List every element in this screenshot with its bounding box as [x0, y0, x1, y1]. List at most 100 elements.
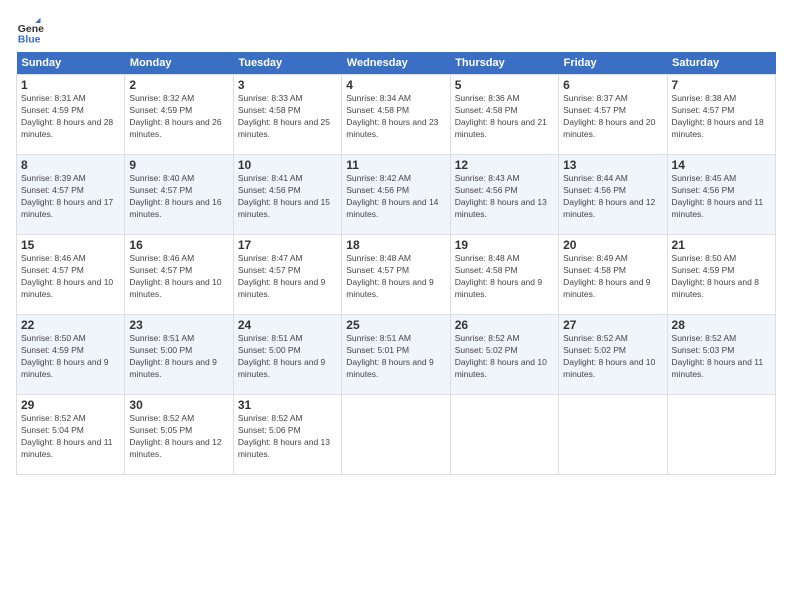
calendar-cell: 25Sunrise: 8:51 AMSunset: 5:01 PMDayligh…: [342, 315, 450, 395]
day-info: Sunrise: 8:38 AMSunset: 4:57 PMDaylight:…: [672, 93, 771, 141]
day-number: 3: [238, 78, 337, 92]
day-number: 1: [21, 78, 120, 92]
day-info: Sunrise: 8:34 AMSunset: 4:58 PMDaylight:…: [346, 93, 445, 141]
day-info: Sunrise: 8:33 AMSunset: 4:58 PMDaylight:…: [238, 93, 337, 141]
day-info: Sunrise: 8:37 AMSunset: 4:57 PMDaylight:…: [563, 93, 662, 141]
calendar-cell: [450, 395, 558, 475]
calendar-cell: 16Sunrise: 8:46 AMSunset: 4:57 PMDayligh…: [125, 235, 233, 315]
day-number: 23: [129, 318, 228, 332]
day-number: 11: [346, 158, 445, 172]
day-number: 29: [21, 398, 120, 412]
day-number: 12: [455, 158, 554, 172]
logo: General Blue: [16, 16, 48, 44]
calendar-cell: [342, 395, 450, 475]
day-number: 7: [672, 78, 771, 92]
calendar-cell: 1Sunrise: 8:31 AMSunset: 4:59 PMDaylight…: [17, 75, 125, 155]
day-info: Sunrise: 8:50 AMSunset: 4:59 PMDaylight:…: [21, 333, 120, 381]
day-number: 5: [455, 78, 554, 92]
calendar-cell: 19Sunrise: 8:48 AMSunset: 4:58 PMDayligh…: [450, 235, 558, 315]
day-info: Sunrise: 8:44 AMSunset: 4:56 PMDaylight:…: [563, 173, 662, 221]
calendar-cell: 12Sunrise: 8:43 AMSunset: 4:56 PMDayligh…: [450, 155, 558, 235]
calendar-cell: 29Sunrise: 8:52 AMSunset: 5:04 PMDayligh…: [17, 395, 125, 475]
calendar-cell: 22Sunrise: 8:50 AMSunset: 4:59 PMDayligh…: [17, 315, 125, 395]
calendar-cell: 24Sunrise: 8:51 AMSunset: 5:00 PMDayligh…: [233, 315, 341, 395]
day-info: Sunrise: 8:39 AMSunset: 4:57 PMDaylight:…: [21, 173, 120, 221]
week-row-3: 15Sunrise: 8:46 AMSunset: 4:57 PMDayligh…: [17, 235, 776, 315]
calendar-cell: 30Sunrise: 8:52 AMSunset: 5:05 PMDayligh…: [125, 395, 233, 475]
day-number: 16: [129, 238, 228, 252]
day-info: Sunrise: 8:52 AMSunset: 5:06 PMDaylight:…: [238, 413, 337, 461]
day-number: 2: [129, 78, 228, 92]
day-info: Sunrise: 8:51 AMSunset: 5:00 PMDaylight:…: [238, 333, 337, 381]
day-number: 21: [672, 238, 771, 252]
col-header-monday: Monday: [125, 52, 233, 75]
calendar-cell: 6Sunrise: 8:37 AMSunset: 4:57 PMDaylight…: [559, 75, 667, 155]
day-info: Sunrise: 8:36 AMSunset: 4:58 PMDaylight:…: [455, 93, 554, 141]
day-info: Sunrise: 8:32 AMSunset: 4:59 PMDaylight:…: [129, 93, 228, 141]
day-info: Sunrise: 8:48 AMSunset: 4:57 PMDaylight:…: [346, 253, 445, 301]
col-header-sunday: Sunday: [17, 52, 125, 75]
calendar-cell: 5Sunrise: 8:36 AMSunset: 4:58 PMDaylight…: [450, 75, 558, 155]
day-info: Sunrise: 8:49 AMSunset: 4:58 PMDaylight:…: [563, 253, 662, 301]
col-header-tuesday: Tuesday: [233, 52, 341, 75]
calendar-cell: 18Sunrise: 8:48 AMSunset: 4:57 PMDayligh…: [342, 235, 450, 315]
day-number: 8: [21, 158, 120, 172]
calendar-cell: 31Sunrise: 8:52 AMSunset: 5:06 PMDayligh…: [233, 395, 341, 475]
day-info: Sunrise: 8:50 AMSunset: 4:59 PMDaylight:…: [672, 253, 771, 301]
day-info: Sunrise: 8:46 AMSunset: 4:57 PMDaylight:…: [129, 253, 228, 301]
day-info: Sunrise: 8:41 AMSunset: 4:56 PMDaylight:…: [238, 173, 337, 221]
calendar-cell: 10Sunrise: 8:41 AMSunset: 4:56 PMDayligh…: [233, 155, 341, 235]
header-row: SundayMondayTuesdayWednesdayThursdayFrid…: [17, 52, 776, 75]
day-number: 24: [238, 318, 337, 332]
day-info: Sunrise: 8:52 AMSunset: 5:02 PMDaylight:…: [563, 333, 662, 381]
page: General Blue SundayMondayTuesdayWednesda…: [0, 0, 792, 612]
day-info: Sunrise: 8:51 AMSunset: 5:01 PMDaylight:…: [346, 333, 445, 381]
calendar-cell: 20Sunrise: 8:49 AMSunset: 4:58 PMDayligh…: [559, 235, 667, 315]
day-number: 6: [563, 78, 662, 92]
day-number: 4: [346, 78, 445, 92]
day-info: Sunrise: 8:47 AMSunset: 4:57 PMDaylight:…: [238, 253, 337, 301]
day-number: 25: [346, 318, 445, 332]
day-number: 30: [129, 398, 228, 412]
calendar-cell: 17Sunrise: 8:47 AMSunset: 4:57 PMDayligh…: [233, 235, 341, 315]
day-number: 17: [238, 238, 337, 252]
day-number: 19: [455, 238, 554, 252]
day-info: Sunrise: 8:40 AMSunset: 4:57 PMDaylight:…: [129, 173, 228, 221]
day-number: 18: [346, 238, 445, 252]
day-number: 26: [455, 318, 554, 332]
day-info: Sunrise: 8:31 AMSunset: 4:59 PMDaylight:…: [21, 93, 120, 141]
week-row-4: 22Sunrise: 8:50 AMSunset: 4:59 PMDayligh…: [17, 315, 776, 395]
calendar-cell: 4Sunrise: 8:34 AMSunset: 4:58 PMDaylight…: [342, 75, 450, 155]
calendar-cell: 9Sunrise: 8:40 AMSunset: 4:57 PMDaylight…: [125, 155, 233, 235]
calendar-cell: 23Sunrise: 8:51 AMSunset: 5:00 PMDayligh…: [125, 315, 233, 395]
logo-icon: General Blue: [16, 16, 44, 44]
calendar-cell: 21Sunrise: 8:50 AMSunset: 4:59 PMDayligh…: [667, 235, 775, 315]
day-info: Sunrise: 8:52 AMSunset: 5:04 PMDaylight:…: [21, 413, 120, 461]
calendar-cell: [559, 395, 667, 475]
calendar-cell: 27Sunrise: 8:52 AMSunset: 5:02 PMDayligh…: [559, 315, 667, 395]
header: General Blue: [16, 16, 776, 44]
col-header-friday: Friday: [559, 52, 667, 75]
col-header-wednesday: Wednesday: [342, 52, 450, 75]
day-info: Sunrise: 8:46 AMSunset: 4:57 PMDaylight:…: [21, 253, 120, 301]
day-number: 20: [563, 238, 662, 252]
day-number: 28: [672, 318, 771, 332]
day-info: Sunrise: 8:45 AMSunset: 4:56 PMDaylight:…: [672, 173, 771, 221]
calendar-cell: 26Sunrise: 8:52 AMSunset: 5:02 PMDayligh…: [450, 315, 558, 395]
day-number: 13: [563, 158, 662, 172]
day-info: Sunrise: 8:42 AMSunset: 4:56 PMDaylight:…: [346, 173, 445, 221]
day-number: 22: [21, 318, 120, 332]
day-number: 27: [563, 318, 662, 332]
calendar-cell: 7Sunrise: 8:38 AMSunset: 4:57 PMDaylight…: [667, 75, 775, 155]
day-info: Sunrise: 8:48 AMSunset: 4:58 PMDaylight:…: [455, 253, 554, 301]
week-row-2: 8Sunrise: 8:39 AMSunset: 4:57 PMDaylight…: [17, 155, 776, 235]
calendar-cell: 2Sunrise: 8:32 AMSunset: 4:59 PMDaylight…: [125, 75, 233, 155]
day-info: Sunrise: 8:51 AMSunset: 5:00 PMDaylight:…: [129, 333, 228, 381]
day-number: 31: [238, 398, 337, 412]
day-info: Sunrise: 8:52 AMSunset: 5:03 PMDaylight:…: [672, 333, 771, 381]
day-number: 15: [21, 238, 120, 252]
day-info: Sunrise: 8:52 AMSunset: 5:02 PMDaylight:…: [455, 333, 554, 381]
week-row-5: 29Sunrise: 8:52 AMSunset: 5:04 PMDayligh…: [17, 395, 776, 475]
calendar-cell: [667, 395, 775, 475]
calendar-cell: 3Sunrise: 8:33 AMSunset: 4:58 PMDaylight…: [233, 75, 341, 155]
